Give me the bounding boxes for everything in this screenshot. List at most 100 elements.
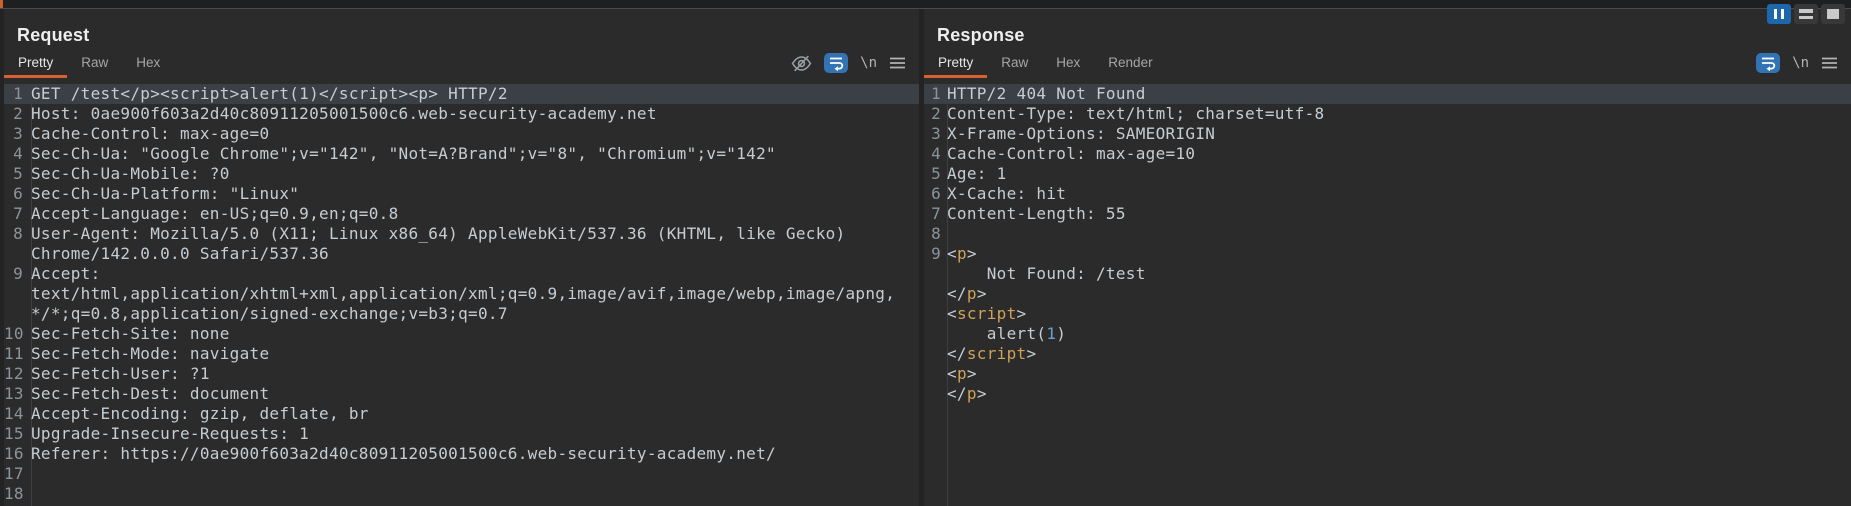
word-wrap-icon[interactable]	[824, 53, 848, 73]
line-text: Accept:	[31, 264, 919, 284]
rows-layout-button[interactable]	[1794, 4, 1818, 24]
single-layout-button[interactable]	[1821, 4, 1845, 24]
line-number	[924, 284, 947, 304]
line-text: Referer: https://0ae900f603a2d40c8091120…	[31, 444, 919, 464]
request-tab-pretty[interactable]: Pretty	[4, 53, 67, 78]
line-number	[924, 324, 947, 344]
line-text: text/html,application/xhtml+xml,applicat…	[31, 284, 919, 304]
request-panel-title: Request	[17, 26, 919, 45]
word-wrap-icon[interactable]	[1756, 53, 1780, 73]
line-number: 1	[924, 84, 947, 104]
line-number: 11	[4, 344, 31, 364]
request-panel: Request PrettyRawHex \n	[4, 9, 919, 506]
menu-icon[interactable]	[889, 56, 906, 70]
response-tab-render[interactable]: Render	[1094, 53, 1166, 78]
line-text: Sec-Fetch-User: ?1	[31, 364, 919, 384]
code-line: alert(1)	[924, 324, 1851, 344]
line-text: Cache-Control: max-age=0	[31, 124, 919, 144]
line-number: 12	[4, 364, 31, 384]
line-number	[4, 284, 31, 304]
newline-icon[interactable]: \n	[860, 55, 877, 71]
code-line: 8	[924, 224, 1851, 244]
line-text: Chrome/142.0.0.0 Safari/537.36	[31, 244, 919, 264]
code-line: 3Cache-Control: max-age=0	[4, 124, 919, 144]
line-number: 14	[4, 404, 31, 424]
code-line: </script>	[924, 344, 1851, 364]
line-text: Age: 1	[947, 164, 1851, 184]
code-line: 8User-Agent: Mozilla/5.0 (X11; Linux x86…	[4, 224, 919, 244]
line-text: </p>	[947, 284, 1851, 304]
code-line: 16Referer: https://0ae900f603a2d40c80911…	[4, 444, 919, 464]
square-icon	[1827, 9, 1839, 19]
request-tabs: PrettyRawHex	[4, 53, 174, 78]
line-text: Sec-Ch-Ua: "Google Chrome";v="142", "Not…	[31, 144, 919, 164]
line-text: Content-Length: 55	[947, 204, 1851, 224]
code-line: Not Found: /test	[924, 264, 1851, 284]
request-tab-raw[interactable]: Raw	[67, 53, 122, 78]
line-number: 9	[924, 244, 947, 264]
line-number: 10	[4, 324, 31, 344]
code-line: 6X-Cache: hit	[924, 184, 1851, 204]
response-tab-hex[interactable]: Hex	[1042, 53, 1094, 78]
line-text: Cache-Control: max-age=10	[947, 144, 1851, 164]
code-line: 11Sec-Fetch-Mode: navigate	[4, 344, 919, 364]
code-line: </p>	[924, 284, 1851, 304]
code-line: */*;q=0.8,application/signed-exchange;v=…	[4, 304, 919, 324]
line-number: 7	[924, 204, 947, 224]
top-strip	[0, 0, 1851, 9]
code-line: </p>	[924, 384, 1851, 404]
line-number	[4, 304, 31, 324]
response-viewer[interactable]: 1HTTP/2 404 Not Found2Content-Type: text…	[924, 84, 1851, 506]
code-line: 3X-Frame-Options: SAMEORIGIN	[924, 124, 1851, 144]
line-text: Sec-Fetch-Dest: document	[31, 384, 919, 404]
line-text: Sec-Fetch-Site: none	[31, 324, 919, 344]
hide-icon[interactable]	[791, 55, 812, 72]
line-text	[947, 224, 1851, 244]
request-tab-hex[interactable]: Hex	[122, 53, 174, 78]
code-line: Chrome/142.0.0.0 Safari/537.36	[4, 244, 919, 264]
code-line: 5Sec-Ch-Ua-Mobile: ?0	[4, 164, 919, 184]
response-tabrow: PrettyRawHexRender \n	[924, 53, 1851, 78]
code-line: 7Accept-Language: en-US;q=0.9,en;q=0.8	[4, 204, 919, 224]
code-line: 1HTTP/2 404 Not Found	[924, 84, 1851, 104]
code-line: 9Accept:	[4, 264, 919, 284]
line-text	[31, 464, 919, 484]
line-text: Accept-Encoding: gzip, deflate, br	[31, 404, 919, 424]
line-number: 8	[924, 224, 947, 244]
line-text: Upgrade-Insecure-Requests: 1	[31, 424, 919, 444]
response-tabs: PrettyRawHexRender	[924, 53, 1167, 78]
code-line: 5Age: 1	[924, 164, 1851, 184]
response-tab-pretty[interactable]: Pretty	[924, 53, 987, 78]
response-toolbar: \n	[1756, 51, 1838, 75]
line-text: HTTP/2 404 Not Found	[947, 84, 1851, 104]
code-line: 17	[4, 464, 919, 484]
code-line: 2Content-Type: text/html; charset=utf-8	[924, 104, 1851, 124]
orange-tab-notch	[0, 0, 3, 8]
menu-icon[interactable]	[1821, 56, 1838, 70]
line-number: 17	[4, 464, 31, 484]
code-line: 4Sec-Ch-Ua: "Google Chrome";v="142", "No…	[4, 144, 919, 164]
line-number	[924, 364, 947, 384]
request-toolbar: \n	[791, 51, 906, 75]
code-line: 18	[4, 484, 919, 504]
columns-layout-button[interactable]	[1767, 4, 1791, 24]
code-line: 7Content-Length: 55	[924, 204, 1851, 224]
line-text: alert(1)	[947, 324, 1851, 344]
code-line: 13Sec-Fetch-Dest: document	[4, 384, 919, 404]
line-text: Content-Type: text/html; charset=utf-8	[947, 104, 1851, 124]
code-line: 15Upgrade-Insecure-Requests: 1	[4, 424, 919, 444]
line-number: 15	[4, 424, 31, 444]
line-text: </script>	[947, 344, 1851, 364]
request-editor[interactable]: 1GET /test</p><script>alert(1)</script><…	[4, 84, 919, 506]
line-text: Sec-Ch-Ua-Platform: "Linux"	[31, 184, 919, 204]
line-text: <script>	[947, 304, 1851, 324]
line-number	[924, 384, 947, 404]
line-number: 6	[924, 184, 947, 204]
line-number: 6	[4, 184, 31, 204]
line-number: 3	[924, 124, 947, 144]
line-text: GET /test</p><script>alert(1)</script><p…	[31, 84, 919, 104]
response-panel: Response PrettyRawHexRender \n 1HTTP/2 4…	[924, 9, 1851, 506]
response-tab-raw[interactable]: Raw	[987, 53, 1042, 78]
newline-icon[interactable]: \n	[1792, 55, 1809, 71]
layout-toggle-group	[1767, 4, 1845, 24]
